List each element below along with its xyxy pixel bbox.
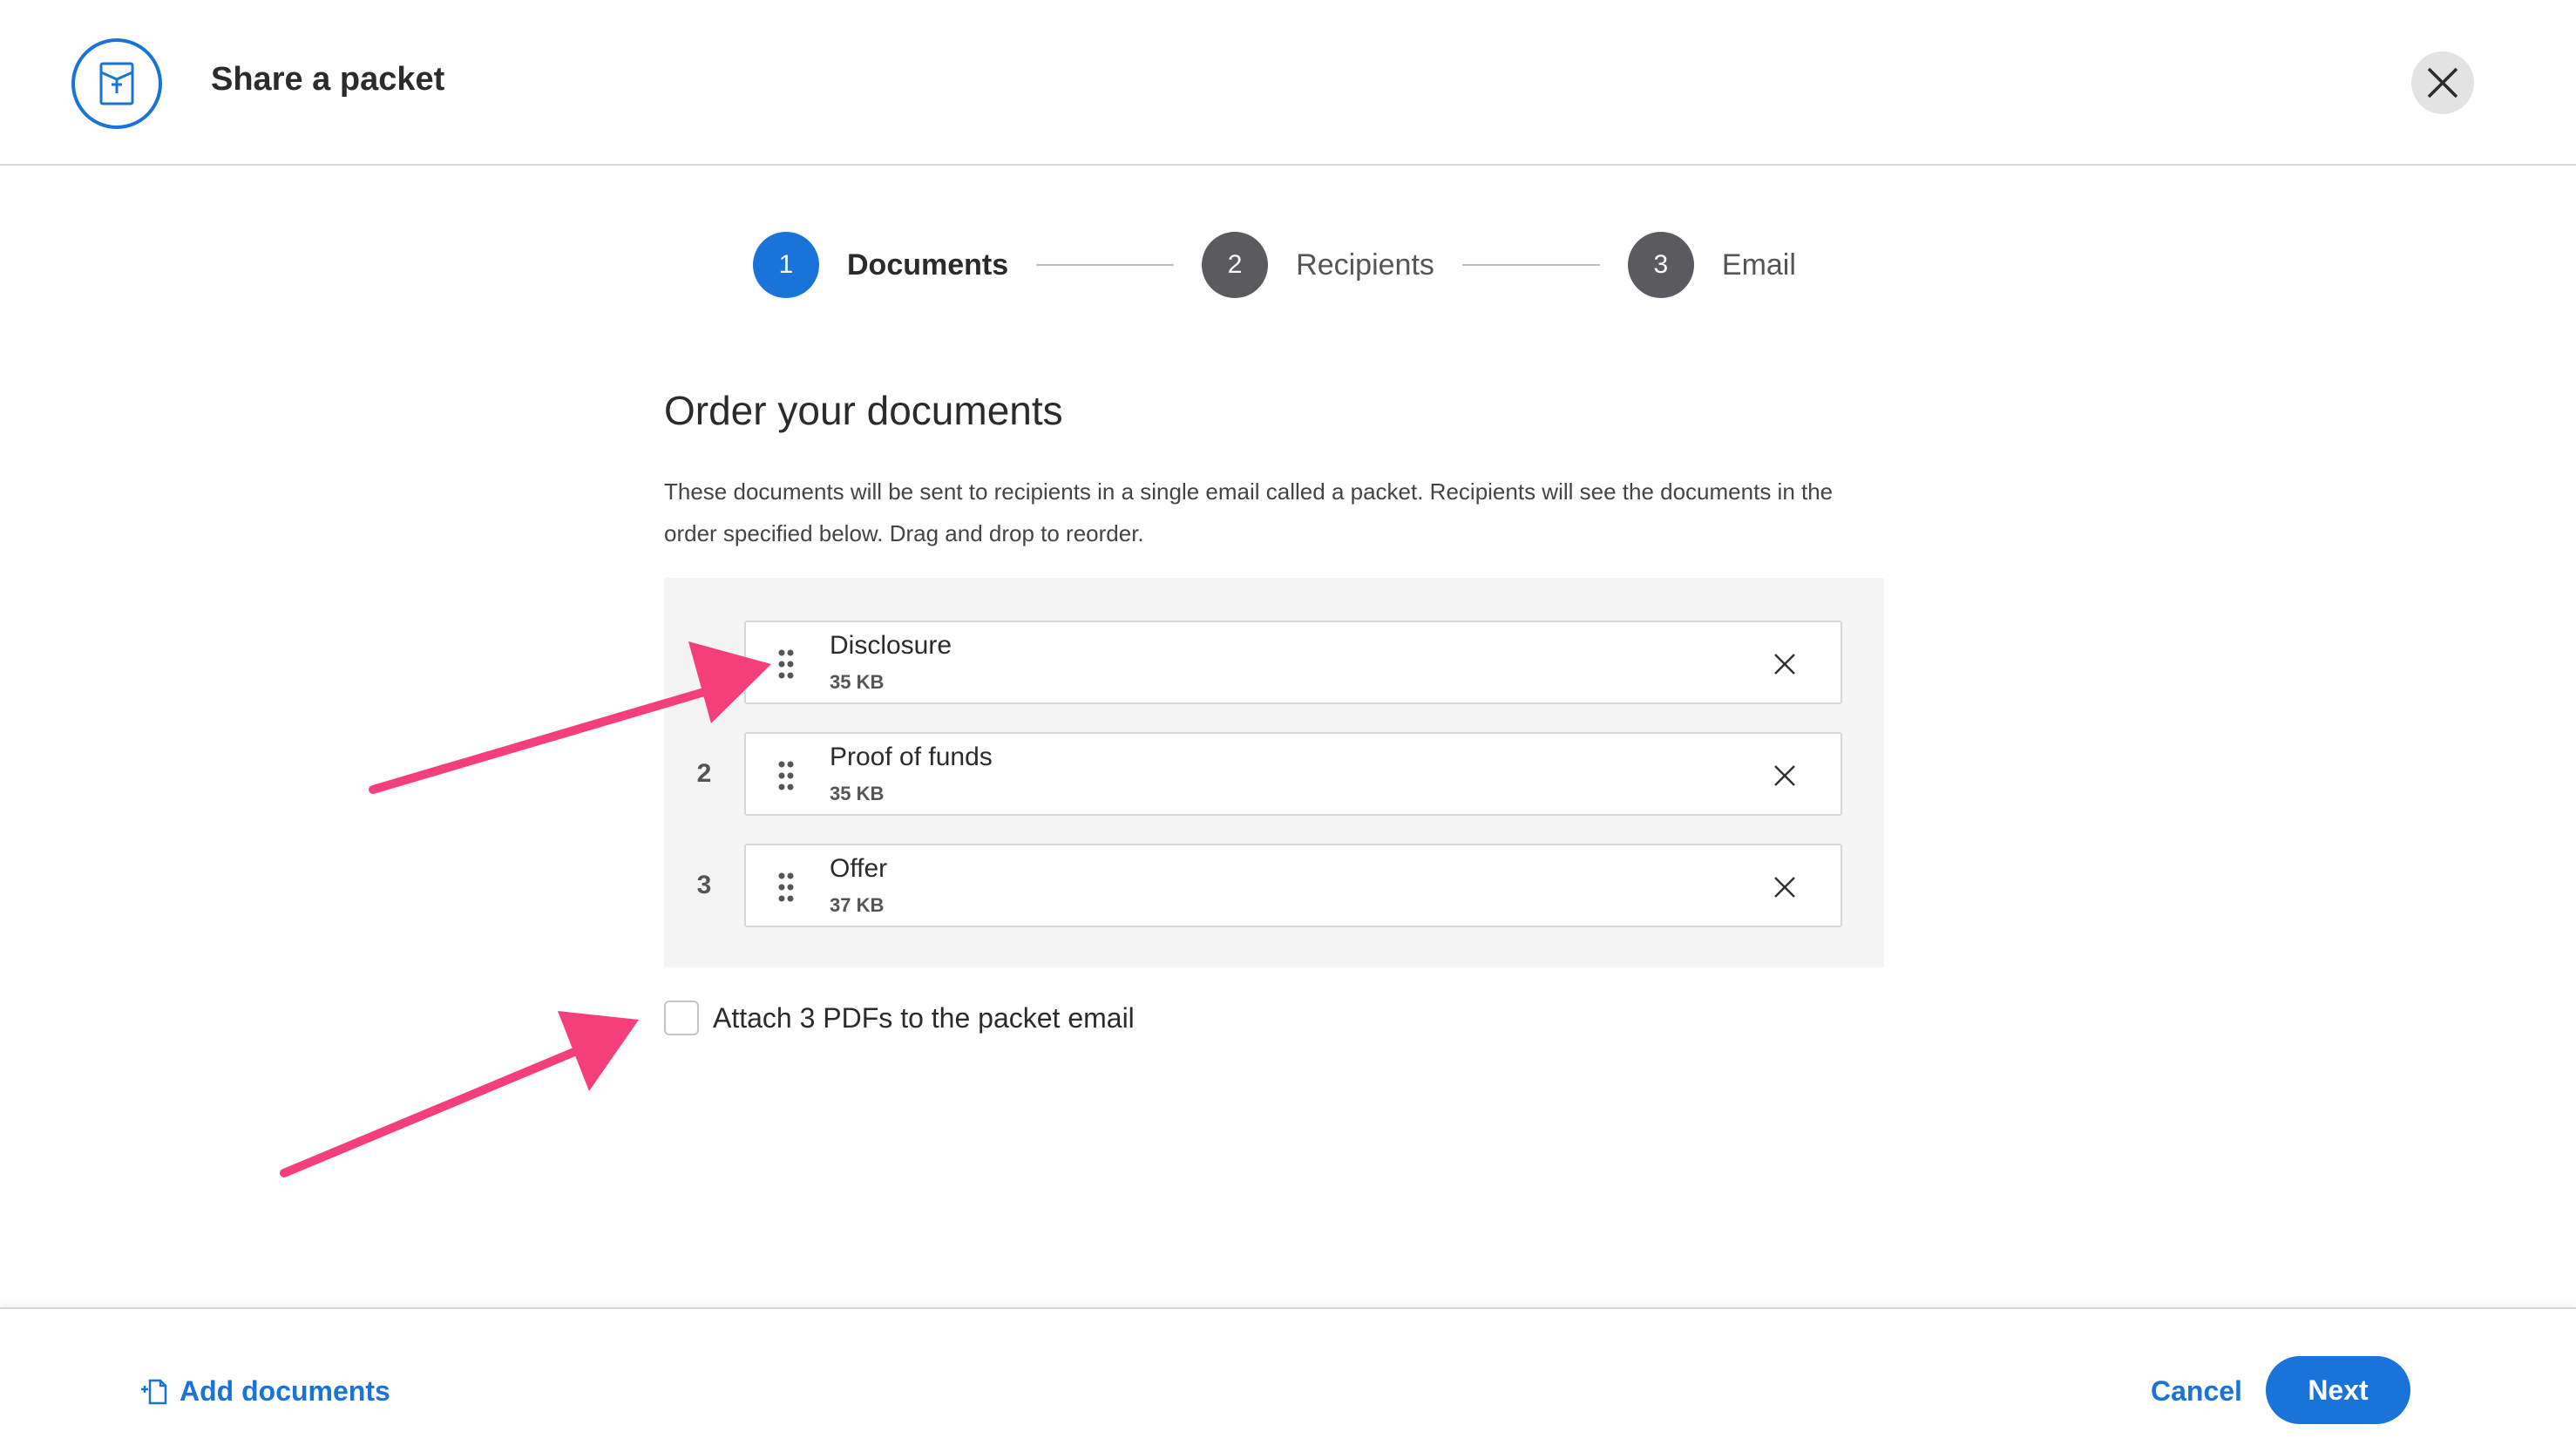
step-email[interactable]: 3 Email bbox=[1627, 232, 1796, 298]
add-documents-button[interactable]: Add documents bbox=[139, 1375, 390, 1408]
packet-icon bbox=[71, 38, 162, 129]
modal-footer: Add documents Cancel Next bbox=[0, 1307, 2576, 1445]
attach-pdfs-checkbox[interactable] bbox=[664, 1001, 699, 1035]
step-label: Email bbox=[1721, 248, 1796, 282]
close-icon bbox=[2427, 67, 2458, 98]
document-name: Disclosure bbox=[830, 631, 952, 660]
drag-handle-icon[interactable] bbox=[777, 760, 795, 791]
drag-handle-icon[interactable] bbox=[777, 872, 795, 903]
document-index: 2 bbox=[696, 759, 712, 788]
remove-document-button[interactable] bbox=[1767, 758, 1802, 793]
document-size: 35 KB bbox=[830, 671, 885, 693]
step-recipients[interactable]: 2 Recipients bbox=[1202, 232, 1434, 298]
list-item: 3 Offer 37 KB bbox=[664, 844, 1884, 927]
step-documents[interactable]: 1 Documents bbox=[753, 232, 1008, 298]
close-icon bbox=[1774, 654, 1795, 675]
document-name: Offer bbox=[830, 854, 888, 883]
cancel-button[interactable]: Cancel bbox=[2151, 1375, 2242, 1408]
section-title: Order your documents bbox=[664, 388, 1063, 433]
document-card[interactable]: Proof of funds 35 KB bbox=[744, 732, 1842, 816]
list-item: 1 Disclosure 35 KB bbox=[664, 621, 1884, 704]
step-number: 3 bbox=[1627, 232, 1694, 298]
document-index: 1 bbox=[696, 648, 712, 676]
drag-handle-icon[interactable] bbox=[777, 648, 795, 680]
close-icon bbox=[1774, 765, 1795, 786]
list-item: 2 Proof of funds 35 KB bbox=[664, 732, 1884, 816]
step-connector bbox=[1461, 264, 1600, 266]
add-documents-label: Add documents bbox=[180, 1375, 390, 1407]
close-button[interactable] bbox=[2411, 51, 2474, 114]
step-number: 2 bbox=[1202, 232, 1269, 298]
next-button[interactable]: Next bbox=[2266, 1356, 2410, 1424]
section-description: These documents will be sent to recipien… bbox=[664, 478, 1834, 546]
step-connector bbox=[1036, 264, 1175, 266]
page-title: Share a packet bbox=[211, 61, 445, 98]
attach-pdfs-label[interactable]: Attach 3 PDFs to the packet email bbox=[713, 1002, 1135, 1035]
document-size: 37 KB bbox=[830, 894, 885, 916]
document-name: Proof of funds bbox=[830, 743, 993, 771]
document-index: 3 bbox=[696, 871, 712, 899]
add-document-icon bbox=[141, 1379, 167, 1404]
stepper: 1 Documents 2 Recipients 3 Email bbox=[753, 232, 1796, 298]
remove-document-button[interactable] bbox=[1767, 647, 1802, 682]
document-card[interactable]: Offer 37 KB bbox=[744, 844, 1842, 927]
step-number: 1 bbox=[753, 232, 819, 298]
step-label: Recipients bbox=[1296, 248, 1434, 282]
step-label: Documents bbox=[847, 248, 1009, 282]
attach-pdfs-option: Attach 3 PDFs to the packet email bbox=[664, 999, 1135, 1037]
remove-document-button[interactable] bbox=[1767, 870, 1802, 905]
document-card[interactable]: Disclosure 35 KB bbox=[744, 621, 1842, 704]
document-size: 35 KB bbox=[830, 783, 885, 804]
document-list: 1 Disclosure 35 KB 2 Proof of funds 35 K… bbox=[664, 578, 1884, 967]
close-icon bbox=[1774, 877, 1795, 898]
arrow-icon bbox=[280, 1011, 639, 1177]
modal-header: Share a packet bbox=[0, 0, 2576, 166]
